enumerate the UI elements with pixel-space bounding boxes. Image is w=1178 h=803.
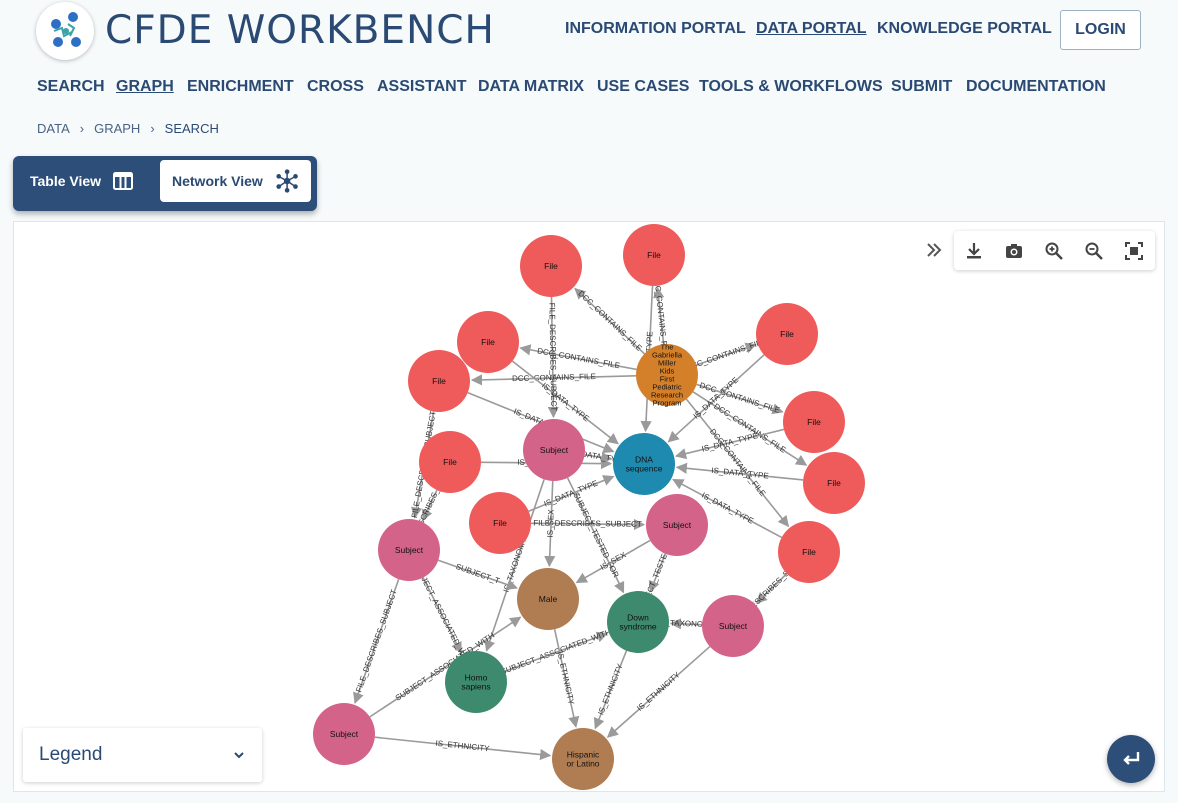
graph-node-dna[interactable]: DNA sequence xyxy=(613,433,675,495)
portal-link-information[interactable]: INFORMATION PORTAL xyxy=(565,20,746,38)
network-graph-panel[interactable]: DCC_CONTAINS_FILE DCC_CONTAINS_FILE DCC_CO… xyxy=(13,221,1165,792)
graph-node-label: File xyxy=(432,376,446,386)
graph-node-file[interactable]: File xyxy=(457,311,519,373)
graph-node-label: Hispanic or Latino xyxy=(566,749,600,768)
logo-icon xyxy=(51,12,81,47)
graph-edge-label: IS_DATA_TYPE xyxy=(540,381,591,424)
breadcrumb-graph[interactable]: GRAPH xyxy=(94,121,140,136)
return-icon xyxy=(1123,752,1140,765)
graph-node-label: Male xyxy=(539,594,558,604)
table-view-button[interactable]: Table View xyxy=(18,160,145,202)
graph-node-subject[interactable]: Subject xyxy=(646,494,708,556)
graph-node-file[interactable]: File xyxy=(756,303,818,365)
graph-node-subject[interactable]: Subject xyxy=(523,419,585,481)
camera-icon[interactable] xyxy=(994,231,1034,270)
graph-node-disease[interactable]: Homo sapiens xyxy=(445,651,507,713)
zoom-out-icon[interactable] xyxy=(1074,231,1114,270)
nav-graph[interactable]: GRAPH xyxy=(116,78,174,96)
nav-use-cases[interactable]: USE CASES xyxy=(597,78,689,96)
graph-node-file[interactable]: File xyxy=(783,391,845,453)
graph-node-label: File xyxy=(443,457,457,467)
graph-node-label: File xyxy=(802,547,816,557)
portal-link-data[interactable]: DATA PORTAL xyxy=(756,20,867,38)
graph-toolbar xyxy=(954,231,1155,270)
portal-link-knowledge[interactable]: KNOWLEDGE PORTAL xyxy=(877,20,1052,38)
nav-enrichment[interactable]: ENRICHMENT xyxy=(187,78,294,96)
nav-tools-workflows[interactable]: TOOLS & WORKFLOWS xyxy=(699,78,883,96)
graph-node-disease[interactable]: Down syndrome xyxy=(607,591,669,653)
graph-edge-label: IS_SEX xyxy=(546,509,556,538)
graph-node-file[interactable]: File xyxy=(803,452,865,514)
graph-node-label: Subject xyxy=(540,445,569,455)
graph-edge-label: IS_ETHNICITY xyxy=(596,662,625,716)
login-button[interactable]: LOGIN xyxy=(1060,10,1141,50)
zoom-in-icon[interactable] xyxy=(1034,231,1074,270)
graph-edge-label: IS_ETHNICITY xyxy=(435,739,491,754)
fit-screen-icon[interactable] xyxy=(1114,231,1154,270)
graph-node-file[interactable]: File xyxy=(520,235,582,297)
network-view-label: Network View xyxy=(172,173,263,189)
graph-edge-label: IS_DATA_TYPE xyxy=(700,491,755,526)
download-icon[interactable] xyxy=(954,231,994,270)
breadcrumb-separator-icon: › xyxy=(79,121,85,136)
nav-search[interactable]: SEARCH xyxy=(37,78,105,96)
graph-node-subject[interactable]: Subject xyxy=(702,595,764,657)
graph-node-label: Subject xyxy=(663,520,692,530)
breadcrumb-search: SEARCH xyxy=(164,121,219,136)
nav-cross[interactable]: CROSS xyxy=(307,78,364,96)
graph-node-file[interactable]: File xyxy=(778,521,840,583)
graph-node-sex[interactable]: Hispanic or Latino xyxy=(552,728,614,790)
nav-documentation[interactable]: DOCUMENTATION xyxy=(966,78,1106,96)
graph-node-file[interactable]: File xyxy=(469,492,531,554)
graph-node-label: File xyxy=(827,478,841,488)
graph-edge-label: IS_ETHNICITY xyxy=(555,650,576,706)
cfde-logo[interactable] xyxy=(36,2,94,60)
graph-node-sex[interactable]: Male xyxy=(517,568,579,630)
legend-label: Legend xyxy=(39,744,103,765)
graph-node-label: Subject xyxy=(719,621,748,631)
network-graph[interactable]: DCC_CONTAINS_FILE DCC_CONTAINS_FILEDCC_CO… xyxy=(14,222,1166,793)
top-bar: CFDE WORKBENCH INFORMATION PORTAL DATA P… xyxy=(0,0,1178,64)
network-view-button[interactable]: Network View xyxy=(160,160,311,202)
graph-node-subject[interactable]: Subject xyxy=(378,519,440,581)
graph-node-file[interactable]: File xyxy=(408,350,470,412)
table-icon xyxy=(113,172,134,190)
table-view-label: Table View xyxy=(30,173,102,189)
view-toggle: Table View Network View xyxy=(13,156,317,211)
graph-node-label: Subject xyxy=(395,545,424,555)
graph-edge-label: DCC_CONTAINS_FILE xyxy=(576,289,643,353)
nav-submit[interactable]: SUBMIT xyxy=(891,78,952,96)
graph-node-label: File xyxy=(807,417,821,427)
chevron-down-icon xyxy=(234,752,244,759)
breadcrumb: DATA › GRAPH › SEARCH xyxy=(37,121,219,136)
graph-node-label: Subject xyxy=(330,729,359,739)
graph-node-label: File xyxy=(493,518,507,528)
graph-edge-label: DCC_CONTAINS_FILE xyxy=(685,337,767,373)
graph-node-label: Homo sapiens xyxy=(461,672,490,691)
nav-data-matrix[interactable]: DATA MATRIX xyxy=(478,78,584,96)
breadcrumb-data[interactable]: DATA xyxy=(37,121,70,136)
network-icon xyxy=(276,169,298,193)
return-button[interactable] xyxy=(1107,735,1155,783)
graph-node-label: File xyxy=(780,329,794,339)
graph-node-file[interactable]: File xyxy=(623,224,685,286)
graph-node-label: File xyxy=(647,250,661,260)
expand-panel-icon[interactable] xyxy=(922,238,946,262)
nav-assistant[interactable]: ASSISTANT xyxy=(377,78,466,96)
graph-node-subject[interactable]: Subject xyxy=(313,703,375,765)
legend-dropdown[interactable]: Legend xyxy=(23,728,262,782)
graph-edge-label: IS_ETHNICITY xyxy=(635,670,682,713)
graph-edge-label: SUBJECT_T xyxy=(455,562,501,586)
graph-node-label: File xyxy=(544,261,558,271)
graph-edge-label: FILE_DESCRIBES_SUBJECT xyxy=(354,588,399,693)
brand-title[interactable]: CFDE WORKBENCH xyxy=(105,8,495,53)
graph-edge-label: IS_DATA_TYPE xyxy=(711,466,769,481)
graph-node-label: File xyxy=(481,337,495,347)
breadcrumb-separator-icon: › xyxy=(150,121,155,136)
graph-node-file[interactable]: File xyxy=(419,431,481,493)
